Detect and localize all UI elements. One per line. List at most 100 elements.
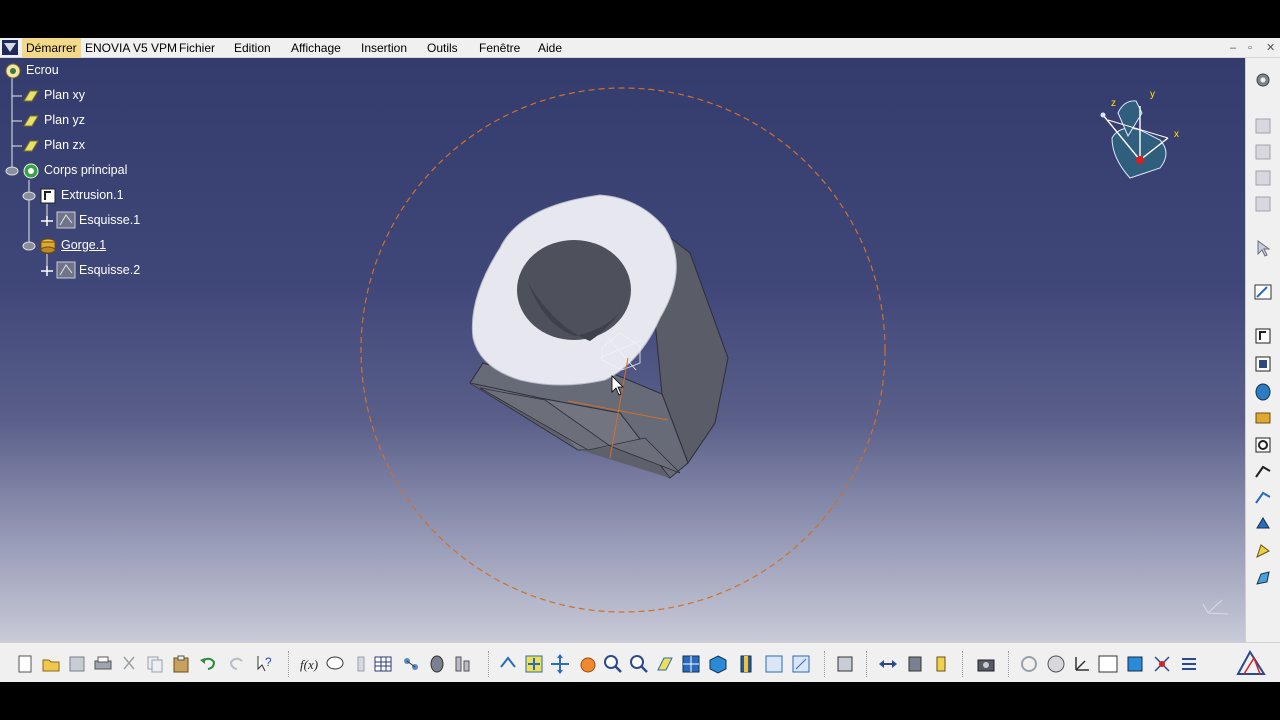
tree-esquisse-1[interactable]: Esquisse.1 xyxy=(79,213,140,227)
tree-plane-yz[interactable]: Plan yz xyxy=(44,113,85,127)
stiffener-icon[interactable] xyxy=(1253,514,1273,534)
pocket-icon[interactable] xyxy=(1253,354,1273,374)
formula-icon[interactable]: f(x) xyxy=(298,653,320,675)
view-a-icon[interactable] xyxy=(1253,116,1273,136)
part-root-icon[interactable] xyxy=(3,61,23,81)
compass-widget[interactable] xyxy=(1100,100,1169,179)
pad-icon[interactable] xyxy=(1253,326,1273,346)
shaft-icon[interactable] xyxy=(1253,382,1273,402)
rib-icon[interactable] xyxy=(1253,462,1273,482)
stop-icon[interactable] xyxy=(1045,653,1067,675)
measure-item-icon[interactable] xyxy=(904,653,926,675)
menu-aide[interactable]: Aide xyxy=(538,38,562,58)
tree-esquisse-2[interactable]: Esquisse.2 xyxy=(79,263,140,277)
slot-icon[interactable] xyxy=(1253,488,1273,508)
new-icon[interactable] xyxy=(14,653,36,675)
select-icon[interactable] xyxy=(1253,238,1273,258)
plane-yz-icon[interactable] xyxy=(22,114,40,128)
catia-start-icon[interactable] xyxy=(2,40,18,55)
fit-all-icon[interactable] xyxy=(523,653,545,675)
view-b-icon[interactable] xyxy=(1253,142,1273,162)
save-icon[interactable] xyxy=(66,653,88,675)
tree-body-corps-principal[interactable]: Corps principal xyxy=(44,163,127,177)
plane-zx-icon[interactable] xyxy=(22,139,40,153)
view-d-icon[interactable] xyxy=(1253,194,1273,214)
expand-sketch1-icon[interactable] xyxy=(40,215,54,227)
paste-icon[interactable] xyxy=(170,653,192,675)
zoom-out-icon[interactable] xyxy=(628,653,650,675)
groove-feature-icon[interactable] xyxy=(39,237,57,255)
menu-outils[interactable]: Outils xyxy=(427,38,458,58)
menu-demarrer[interactable]: Démarrer xyxy=(22,38,81,58)
analysis-icon[interactable] xyxy=(452,653,474,675)
snap-icon[interactable] xyxy=(1151,653,1173,675)
measure-inertia-icon[interactable] xyxy=(930,653,952,675)
redo-icon[interactable] xyxy=(226,653,248,675)
collapse-groove-icon[interactable] xyxy=(22,240,36,252)
menu-insertion[interactable]: Insertion xyxy=(361,38,407,58)
decimal-icon[interactable] xyxy=(1097,653,1119,675)
tree-gorge-1[interactable]: Gorge.1 xyxy=(61,238,106,252)
pad-feature-icon[interactable] xyxy=(39,187,57,205)
multi-view-icon[interactable] xyxy=(680,653,702,675)
toolbar-separator xyxy=(1008,651,1011,677)
restore-button[interactable]: ▫ xyxy=(1248,38,1252,58)
shading-icon[interactable] xyxy=(735,653,757,675)
sketch2-icon[interactable] xyxy=(56,261,76,279)
gear-body-icon[interactable] xyxy=(21,161,41,181)
menu-fenetre[interactable]: Fenêtre xyxy=(479,38,520,58)
collapse-body-icon[interactable] xyxy=(5,165,19,177)
hole-icon[interactable] xyxy=(1253,435,1273,455)
menu-edition[interactable]: Edition xyxy=(234,38,271,58)
hide-show-icon[interactable] xyxy=(763,653,785,675)
catia-logo-icon xyxy=(1236,650,1266,675)
hex-nut-model[interactable] xyxy=(469,194,729,479)
knowledge-icon[interactable] xyxy=(350,653,372,675)
menu-enovia[interactable]: ENOVIA V5 VPM xyxy=(85,38,177,58)
cut-icon[interactable] xyxy=(118,653,140,675)
copy-icon[interactable] xyxy=(144,653,166,675)
fly-mode-icon[interactable] xyxy=(497,653,519,675)
parameters-icon[interactable] xyxy=(400,653,422,675)
whats-this-icon[interactable]: ? xyxy=(254,653,276,675)
open-icon[interactable] xyxy=(40,653,62,675)
zoom-in-icon[interactable] xyxy=(602,653,624,675)
minimize-button[interactable]: – xyxy=(1230,38,1236,58)
collapse-extrusion-icon[interactable] xyxy=(22,190,36,202)
pan-icon[interactable] xyxy=(549,653,571,675)
table-icon[interactable] xyxy=(372,653,394,675)
compass-icon[interactable] xyxy=(1178,653,1200,675)
undo-icon[interactable] xyxy=(197,653,219,675)
tree-extrusion-1[interactable]: Extrusion.1 xyxy=(61,188,124,202)
axis-system-icon[interactable] xyxy=(1071,653,1093,675)
sketch1-icon[interactable] xyxy=(56,211,76,229)
comment-icon[interactable] xyxy=(324,653,346,675)
apply-material-icon[interactable] xyxy=(834,653,856,675)
iso-view-icon[interactable] xyxy=(707,653,729,675)
menu-affichage[interactable]: Affichage xyxy=(291,38,341,58)
mini-axis-indicator xyxy=(1202,599,1229,615)
sketch-icon[interactable] xyxy=(1253,282,1273,302)
solid-combine-icon[interactable] xyxy=(1253,568,1273,588)
capture-icon[interactable] xyxy=(975,653,997,675)
close-button[interactable]: ✕ xyxy=(1266,38,1275,58)
tree-plane-xy[interactable]: Plan xy xyxy=(44,88,85,102)
rotate-icon[interactable] xyxy=(577,653,599,675)
update-icon[interactable] xyxy=(1018,653,1040,675)
measure-between-icon[interactable] xyxy=(877,653,899,675)
view-c-icon[interactable] xyxy=(1253,168,1273,188)
catalog-icon[interactable] xyxy=(426,653,448,675)
tree-root-ecrou[interactable]: Ecrou xyxy=(26,63,59,77)
grid-icon[interactable] xyxy=(1124,653,1146,675)
settings-icon[interactable] xyxy=(1253,70,1273,90)
print-icon[interactable] xyxy=(92,653,114,675)
3d-viewport[interactable]: y x z Ecrou Plan xy Plan yz Plan zx Corp… xyxy=(0,58,1245,642)
groove-icon[interactable] xyxy=(1253,408,1273,428)
swap-visible-icon[interactable] xyxy=(790,653,812,675)
expand-sketch2-icon[interactable] xyxy=(40,265,54,277)
normal-view-icon[interactable] xyxy=(654,653,676,675)
plane-xy-icon[interactable] xyxy=(22,89,40,103)
menu-fichier[interactable]: Fichier xyxy=(179,38,215,58)
tree-plane-zx[interactable]: Plan zx xyxy=(44,138,85,152)
multi-section-icon[interactable] xyxy=(1253,541,1273,561)
